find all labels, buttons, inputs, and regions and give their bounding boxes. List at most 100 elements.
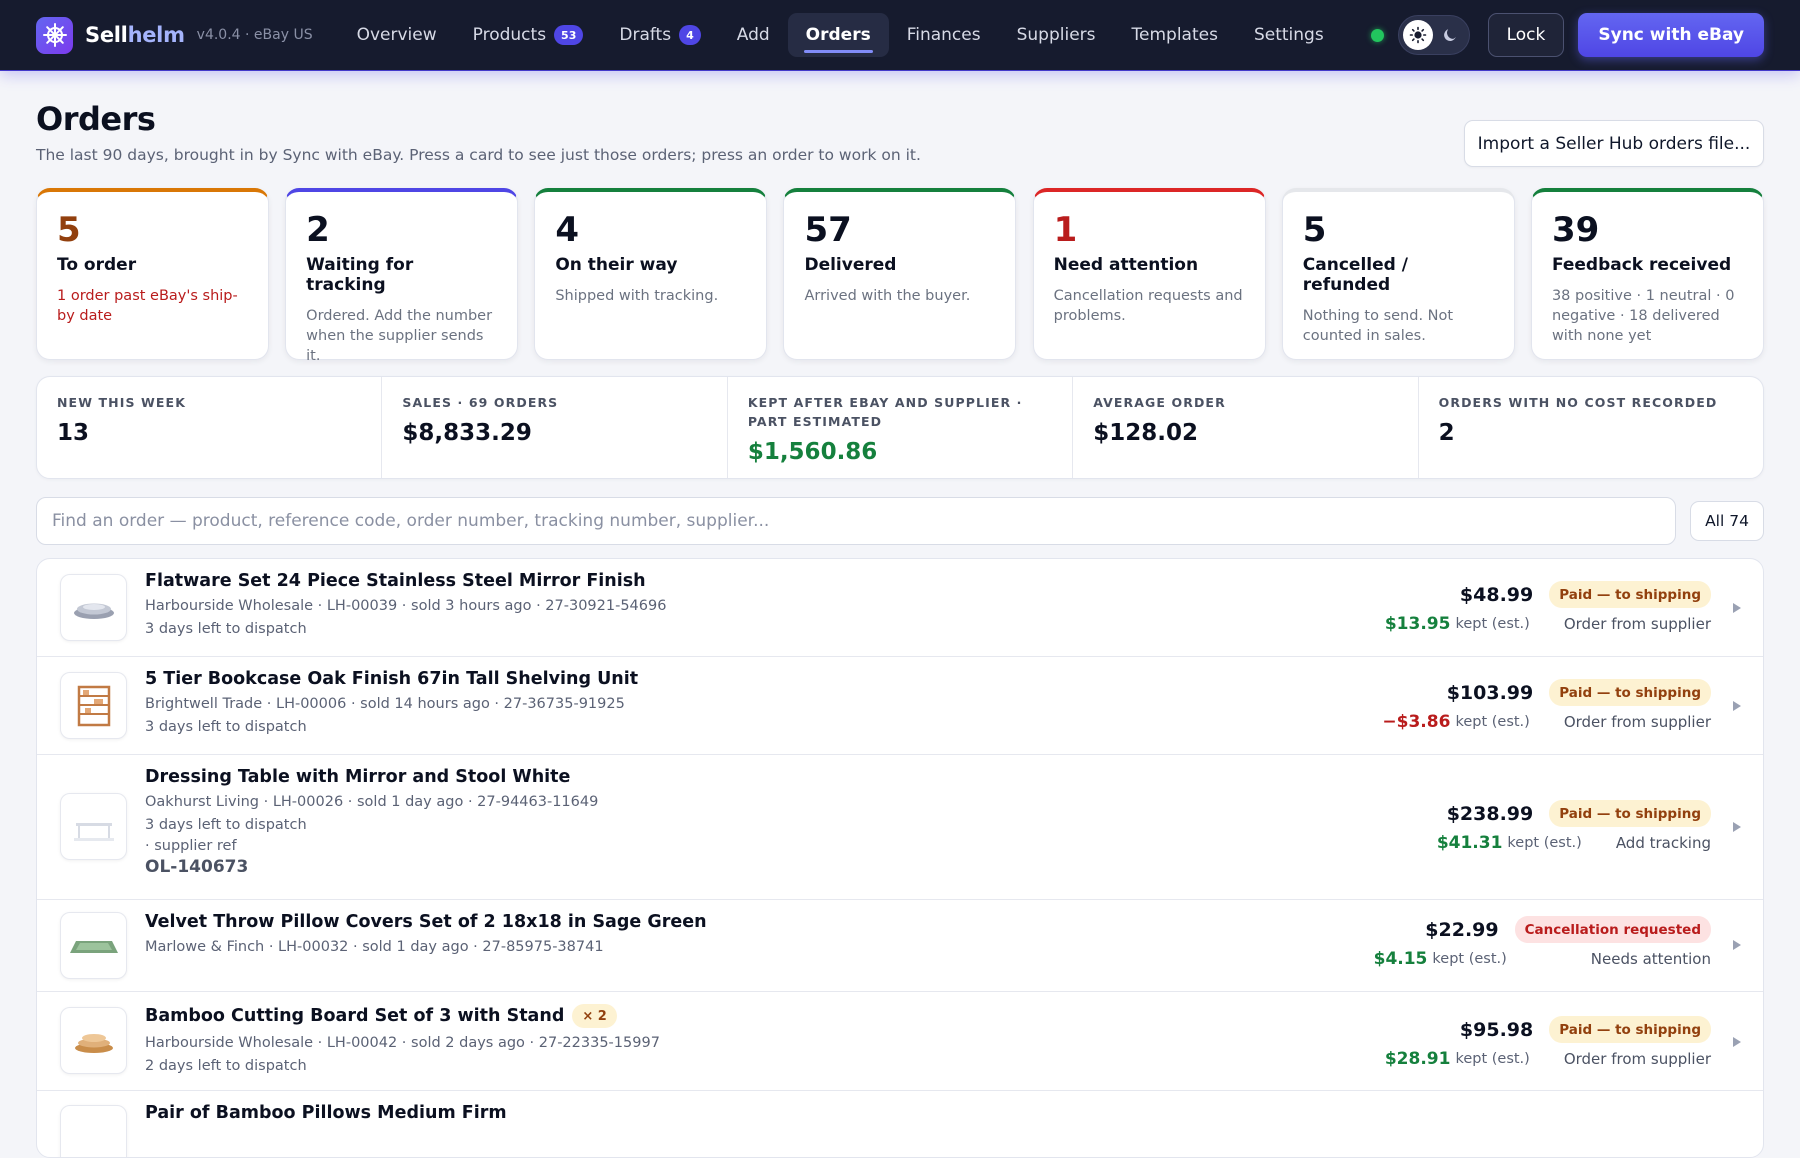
card-count: 4 [555,210,579,250]
order-title: Velvet Throw Pillow Covers Set of 2 18x1… [145,912,707,932]
nav-overview[interactable]: Overview [339,13,455,57]
card-label: Feedback received [1551,255,1732,275]
card-count: 5 [1302,210,1327,250]
brand[interactable]: Sellhelm v4.0.4 · eBay US [36,16,313,54]
order-price: $22.99 [1425,918,1499,941]
filter-all-button[interactable]: All 74 [1690,501,1764,541]
kept-label: kept (est.) [1507,835,1582,851]
card-label: Cancelled / refunded [1302,255,1408,295]
nav-label: Templates [1131,25,1218,45]
dispatch-countdown: 2 days left to dispatch [145,1058,307,1074]
nav-finances[interactable]: Finances [889,13,999,57]
order-price: $238.99 [1446,802,1534,825]
brand-name: Sellhelm [85,23,185,47]
product-thumbnail [60,793,127,860]
card-count: 57 [804,210,852,250]
import-orders-file-button[interactable]: Import a Seller Hub orders file... [1464,120,1764,167]
order-meta: Harbourside Wholesale · LH-00042 · sold … [145,1035,660,1051]
nav-settings[interactable]: Settings [1236,13,1342,57]
metric-kept: KEPT AFTER EBAY AND SUPPLIER · PART ESTI… [726,377,1072,478]
order-row[interactable]: Flatware Set 24 Piece Stainless Steel Mi… [37,559,1763,657]
product-thumbnail [60,1105,127,1157]
card-cancelled-refunded[interactable]: 5 Cancelled / refunded Nothing to send. … [1281,188,1515,360]
order-price: $48.99 [1459,583,1534,606]
nav-label: Products [472,25,547,45]
metric-label: ORDERS WITH NO COST RECORDED [1438,395,1718,410]
order-search-input[interactable] [36,497,1676,545]
metric-label: NEW THIS WEEK [57,395,186,410]
product-thumbnail [60,574,127,641]
card-description: Ordered. Add the number when the supplie… [306,308,493,364]
chevron-right-icon [1733,822,1741,832]
kept-amount: $4.15 [1373,949,1428,969]
nav-products[interactable]: Products 53 [455,13,602,57]
metric-value: $8,833.29 [402,420,532,446]
card-feedback-received[interactable]: 39 Feedback received 38 positive · 1 neu… [1530,188,1764,360]
order-row[interactable]: Velvet Throw Pillow Covers Set of 2 18x1… [37,900,1763,992]
sun-icon[interactable] [1402,20,1433,50]
card-delivered[interactable]: 57 Delivered Arrived with the buyer. [783,188,1017,360]
kept-amount: −$3.86 [1382,712,1451,732]
order-title-text: Pair of Bamboo Pillows Medium Firm [145,1103,507,1123]
main-nav: Overview Products 53 Drafts 4 Add Orders F… [339,13,1342,57]
nav-label: Finances [906,25,981,45]
card-count: 5 [57,210,81,250]
order-row[interactable]: 5 Tier Bookcase Oak Finish 67in Tall She… [37,657,1763,755]
order-info: Dressing Table with Mirror and Stool Whi… [145,767,598,877]
metric-label: AVERAGE ORDER [1093,395,1226,410]
kept-label: kept (est.) [1455,616,1530,632]
card-count: 2 [306,210,330,250]
metric-new-this-week: NEW THIS WEEK 13 [37,377,381,478]
lock-button[interactable]: Lock [1487,13,1565,57]
supplier-ref-value: OL-140673 [145,857,249,877]
metric-sales: SALES · 69 ORDERS $8,833.29 [381,377,726,478]
metrics-strip: NEW THIS WEEK 13 SALES · 69 ORDERS $8,83… [36,376,1764,479]
nav-templates[interactable]: Templates [1114,13,1236,57]
kept-label: kept (est.) [1455,1051,1530,1067]
card-waiting-for-tracking[interactable]: 2 Waiting for tracking Ordered. Add the … [285,188,519,364]
order-info: 5 Tier Bookcase Oak Finish 67in Tall She… [145,669,638,735]
order-price: $103.99 [1446,681,1534,704]
metric-label: KEPT AFTER EBAY AND SUPPLIER · PART ESTI… [747,395,1023,429]
kept-amount: $41.31 [1436,833,1503,853]
product-thumbnail [60,1007,127,1074]
order-title-text: 5 Tier Bookcase Oak Finish 67in Tall She… [145,669,639,689]
order-meta: Harbourside Wholesale · LH-00039 · sold … [145,598,667,614]
order-title-text: Flatware Set 24 Piece Stainless Steel Mi… [145,571,646,591]
product-thumbnail [60,912,127,979]
order-summary: $48.99 Paid — to shipping $13.95 kept (est… [1385,581,1711,634]
order-row[interactable]: Dressing Table with Mirror and Stool Whi… [37,755,1763,900]
kept-label: kept (est.) [1432,951,1507,967]
nav-label: Drafts [619,25,672,45]
order-info: Bamboo Cutting Board Set of 3 with Stand… [145,1004,660,1074]
card-count: 39 [1551,210,1600,250]
metric-value: $128.02 [1093,420,1198,446]
nav-drafts[interactable]: Drafts 4 [601,13,718,57]
order-summary: $103.99 Paid — to shipping −$3.86 kept (es… [1382,679,1711,732]
order-title-text: Velvet Throw Pillow Covers Set of 2 18x1… [145,912,707,932]
theme-toggle[interactable] [1397,15,1470,55]
card-on-their-way[interactable]: 4 On their way Shipped with tracking. [534,188,768,360]
quantity-badge: × 2 [572,1004,617,1028]
products-count-badge: 53 [554,25,584,45]
nav-add[interactable]: Add [719,13,788,57]
order-summary: $95.98 Paid — to shipping $28.91 kept (est… [1385,1016,1711,1069]
moon-icon[interactable] [1435,20,1465,50]
order-meta: Marlowe & Finch · LH-00032 · sold 1 day … [145,939,604,955]
order-row[interactable]: Bamboo Cutting Board Set of 3 with Stand… [37,992,1763,1091]
card-need-attention[interactable]: 1 Need attention Cancellation requests a… [1032,188,1266,360]
card-to-order[interactable]: 5 To order 1 order past eBay's ship-by d… [36,188,269,360]
nav-orders[interactable]: Orders [787,13,889,57]
next-action: Add tracking [1615,834,1711,852]
supplier-ref-label: · supplier ref [145,838,237,854]
order-title-text: Bamboo Cutting Board Set of 3 with Stand [145,1006,565,1026]
card-description: 38 positive · 1 neutral · 0 negative · 1… [1551,288,1735,344]
sync-with-ebay-button[interactable]: Sync with eBay [1578,13,1764,57]
kept-amount: $13.95 [1384,614,1451,634]
nav-label: Suppliers [1016,25,1096,45]
flatware-icon [73,603,114,619]
card-count: 1 [1053,210,1078,250]
nav-label: Add [736,25,770,45]
nav-suppliers[interactable]: Suppliers [999,13,1114,57]
order-title: Bamboo Cutting Board Set of 3 with Stand… [145,1004,660,1028]
